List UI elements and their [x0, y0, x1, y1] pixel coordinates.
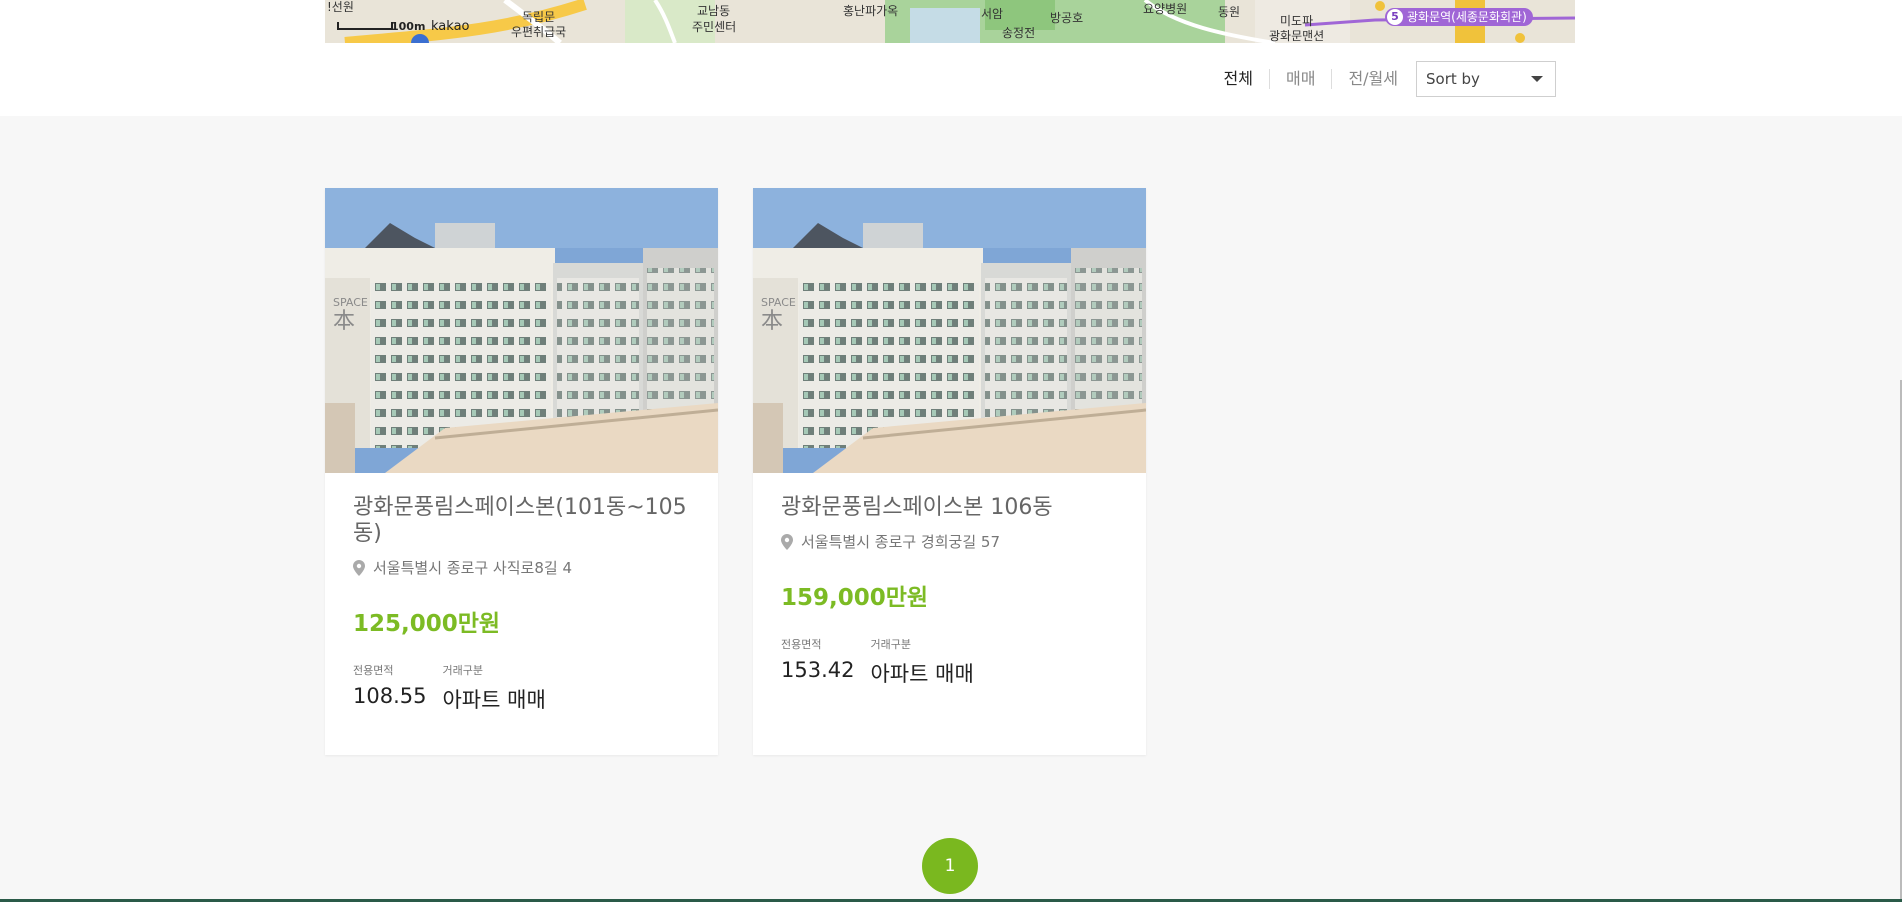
svg-text:本: 本	[333, 309, 355, 334]
map-label: 서암	[981, 7, 1004, 21]
listing-address: 서울특별시 종로구 경희궁길 57	[781, 531, 1118, 552]
listing-filters: 전체 매매 전/월세 Sort by	[1208, 60, 1556, 98]
tab-all[interactable]: 전체	[1208, 69, 1269, 89]
listing-card[interactable]: SPACE 本 광화문풍림스페이스본 106동 서울특별시 종로구 경희궁길 5…	[753, 188, 1146, 755]
deal-type-label: 거래구분	[870, 638, 911, 651]
map-pin-icon	[781, 533, 793, 550]
map-scale-bar	[337, 22, 393, 30]
pagination-page-button[interactable]: 1	[922, 838, 978, 894]
listing-title[interactable]: 광화문풍림스페이스본 106동	[781, 495, 1118, 521]
area-value: 108.55	[353, 684, 427, 708]
map-label: 광화문맨션	[1269, 29, 1325, 43]
map-brand-label: kakao	[431, 19, 470, 34]
map-label: !선원	[327, 0, 354, 14]
listing-specs: 전용면적 153.42 거래구분 아파트 매매	[781, 636, 1118, 688]
listing-address-text: 서울특별시 종로구 사직로8길 4	[373, 559, 572, 577]
map-label: 교남동	[697, 4, 731, 18]
tab-sale[interactable]: 매매	[1268, 69, 1331, 89]
listing-title[interactable]: 광화문풍림스페이스본(101동~105동)	[353, 495, 690, 547]
map-view[interactable]: 100m kakao !선원 독립문 우편취급국 교남동 주민센터 홍난파가옥 …	[325, 0, 1575, 43]
listing-price: 159,000만원	[781, 585, 929, 611]
map-pin-icon	[353, 559, 365, 576]
station-tag[interactable]: 5 광화문역(세종문화회관)	[1385, 8, 1533, 26]
deal-type-label: 거래구분	[442, 664, 483, 677]
area-label: 전용면적	[353, 664, 394, 677]
svg-text:SPACE: SPACE	[761, 296, 796, 309]
listing-specs: 전용면적 108.55 거래구분 아파트 매매	[353, 662, 690, 714]
map-label: 요양병원	[1143, 2, 1188, 16]
map-label: 주민센터	[692, 20, 737, 34]
map-label: 우편취급국	[511, 25, 567, 39]
listing-price: 125,000만원	[353, 611, 501, 637]
listing-address-text: 서울특별시 종로구 경희궁길 57	[801, 533, 1000, 551]
tab-rent[interactable]: 전/월세	[1331, 69, 1414, 89]
sort-select[interactable]: Sort by	[1416, 61, 1556, 97]
listing-photo[interactable]: SPACE 本	[325, 188, 718, 473]
deal-type-value: 아파트 매매	[870, 662, 974, 686]
deal-type-value: 아파트 매매	[442, 688, 546, 712]
svg-text:本: 本	[761, 309, 783, 334]
station-label: 광화문역(세종문화회관)	[1407, 10, 1527, 24]
map-label: 방공호	[1050, 11, 1084, 25]
map-label: 홍난파가옥	[843, 4, 899, 18]
sort-select-label: Sort by	[1426, 70, 1480, 88]
area-value: 153.42	[781, 658, 855, 682]
map-scale-label: 100m	[391, 20, 426, 33]
listing-card[interactable]: SPACE 本 광화문풍림스페이스본(101동~105동) 서울특별시 종로구 …	[325, 188, 718, 755]
svg-text:SPACE: SPACE	[333, 296, 368, 309]
caret-down-icon	[1531, 76, 1543, 82]
map-label: 동원	[1218, 5, 1241, 19]
map-label: 송정전	[1002, 26, 1036, 40]
area-label: 전용면적	[781, 638, 822, 651]
listing-address: 서울특별시 종로구 사직로8길 4	[353, 557, 690, 578]
station-line-badge: 5	[1387, 9, 1403, 25]
listing-photo[interactable]: SPACE 本	[753, 188, 1146, 473]
